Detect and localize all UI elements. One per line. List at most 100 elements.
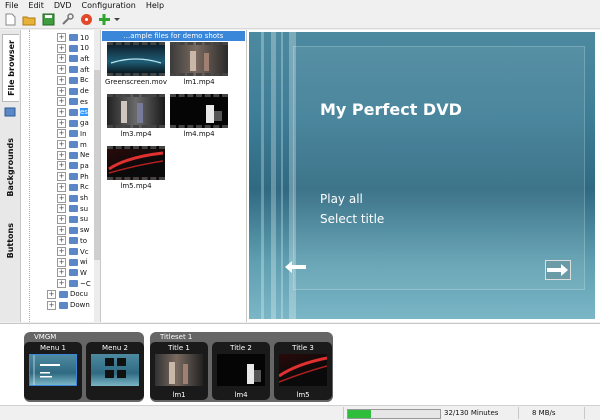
tab-buttons[interactable]: Buttons (2, 216, 18, 266)
expand-icon[interactable]: + (57, 150, 66, 160)
folder-icon (69, 248, 78, 255)
file-browser-path: ...ample files for demo shots (102, 31, 245, 41)
file-item[interactable]: Greenscreen.mov (104, 42, 168, 86)
folder-tree-item[interactable]: + Ne (57, 150, 90, 161)
folder-tree-item[interactable]: + su (57, 214, 88, 225)
expand-icon[interactable]: + (57, 257, 66, 267)
expand-icon[interactable]: + (57, 236, 66, 246)
settings-wrench-icon[interactable] (60, 13, 74, 27)
folder-tree-item[interactable]: + ~C (57, 278, 91, 289)
expand-icon[interactable]: + (57, 172, 66, 182)
folder-tree-item[interactable]: + Down (47, 300, 90, 311)
expand-icon[interactable]: + (57, 247, 66, 256)
expand-icon[interactable]: + (57, 214, 66, 224)
expand-icon[interactable]: + (57, 54, 66, 64)
folder-tree-item[interactable]: + sh (57, 193, 88, 204)
folder-icon (69, 194, 78, 202)
expand-icon[interactable]: + (57, 86, 66, 96)
expand-icon[interactable]: + (57, 43, 66, 53)
folder-tree-item[interactable]: + Vc (57, 246, 89, 257)
folder-icon (69, 108, 78, 116)
tree-scrollbar-thumb[interactable] (94, 70, 100, 260)
folder-tree-item[interactable]: + pa (57, 160, 89, 171)
folder-tree-item[interactable]: + aft (57, 64, 89, 75)
file-browser-panel-icon[interactable] (2, 104, 18, 120)
expand-icon[interactable]: + (57, 140, 66, 149)
menu-bar: File Edit DVD Configuration Help (0, 0, 600, 11)
file-item[interactable]: lm3.mp4 (104, 94, 168, 138)
folder-icon (69, 55, 78, 63)
expand-icon[interactable]: + (57, 118, 66, 128)
arrow-right-icon[interactable] (545, 260, 571, 280)
menu-dvd[interactable]: DVD (49, 0, 77, 11)
expand-icon[interactable]: + (57, 107, 66, 117)
vmgm-menu-item[interactable]: Menu 2 (86, 342, 144, 400)
tree-scrollbar[interactable] (94, 30, 100, 322)
expand-icon[interactable]: + (57, 268, 66, 278)
title-item[interactable]: Title 3 lm5 (274, 342, 332, 400)
menu-button-select-title[interactable]: Select title (320, 212, 384, 226)
folder-tree-item[interactable]: + Bc (57, 75, 89, 86)
menu-preview: My Perfect DVD Play all Select title (247, 30, 600, 322)
folder-icon (59, 301, 68, 309)
folder-tree-item[interactable]: +10 (57, 32, 89, 43)
duration-text: 32/130 Minutes (444, 409, 499, 417)
expand-icon[interactable]: + (57, 193, 66, 203)
burn-disc-icon[interactable] (79, 13, 93, 27)
expand-icon[interactable]: + (57, 97, 66, 107)
folder-tree-item[interactable]: + aft (57, 53, 89, 64)
file-item[interactable]: lm5.mp4 (104, 146, 168, 190)
tab-backgrounds[interactable]: Backgrounds (2, 126, 18, 208)
open-folder-icon[interactable] (22, 13, 36, 27)
folder-tree-item[interactable]: + Docu (47, 289, 88, 300)
folder-tree-item[interactable]: + W (57, 267, 87, 278)
folder-tree-item[interactable]: + m (57, 139, 87, 150)
save-icon[interactable] (41, 13, 55, 27)
menu-edit[interactable]: Edit (23, 0, 49, 11)
data-rate-text: 8 MB/s (532, 409, 556, 417)
folder-icon (69, 183, 78, 191)
folder-tree-item[interactable]: + es (57, 96, 88, 107)
menu-title: My Perfect DVD (320, 100, 462, 119)
folder-tree-item[interactable]: + sw (57, 225, 89, 236)
expand-icon[interactable]: + (57, 65, 66, 75)
arrow-left-icon[interactable] (284, 260, 310, 276)
folder-tree-item[interactable]: + Rc (57, 182, 89, 193)
folder-tree-item[interactable]: + su (57, 203, 88, 214)
expand-icon[interactable]: + (57, 225, 66, 235)
folder-tree-item[interactable]: + to (57, 235, 87, 246)
folder-tree-item[interactable]: + In (57, 128, 87, 139)
folder-tree-item[interactable]: + wi (57, 257, 88, 268)
title-item[interactable]: Title 2 lm4 (212, 342, 270, 400)
new-file-icon[interactable] (3, 13, 17, 27)
folder-icon (69, 130, 78, 138)
expand-icon[interactable]: + (57, 129, 66, 139)
menu-button-play-all[interactable]: Play all (320, 192, 363, 206)
expand-icon[interactable]: + (57, 33, 66, 42)
expand-icon[interactable]: + (47, 289, 56, 299)
expand-icon[interactable]: + (57, 279, 66, 289)
add-icon[interactable] (98, 13, 120, 27)
file-item[interactable]: lm4.mp4 (167, 94, 231, 138)
folder-tree-item[interactable]: +10 (57, 43, 89, 54)
expand-icon[interactable]: + (57, 204, 66, 214)
expand-icon[interactable]: + (57, 182, 66, 192)
folder-tree-item[interactable]: + Ph (57, 171, 89, 182)
folder-tree-item[interactable]: + de (57, 86, 89, 97)
title-thumbnail (155, 354, 203, 386)
menu-thumbnail (29, 354, 77, 386)
title-item[interactable]: Title 1 lm1 (150, 342, 208, 400)
folder-tree-item[interactable]: + es (57, 107, 88, 118)
vmgm-menu-item[interactable]: Menu 1 (24, 342, 82, 400)
menu-file[interactable]: File (0, 0, 23, 11)
folder-icon (69, 173, 78, 181)
folder-tree-item[interactable]: + ga (57, 118, 89, 129)
tab-file-browser[interactable]: File browser (2, 34, 19, 102)
expand-icon[interactable]: + (47, 300, 56, 310)
expand-icon[interactable]: + (57, 75, 66, 85)
file-item[interactable]: lm1.mp4 (167, 42, 231, 86)
menu-configuration[interactable]: Configuration (77, 0, 141, 11)
menu-help[interactable]: Help (141, 0, 169, 11)
expand-icon[interactable]: + (57, 161, 66, 171)
menu-canvas[interactable]: My Perfect DVD Play all Select title (249, 32, 595, 319)
